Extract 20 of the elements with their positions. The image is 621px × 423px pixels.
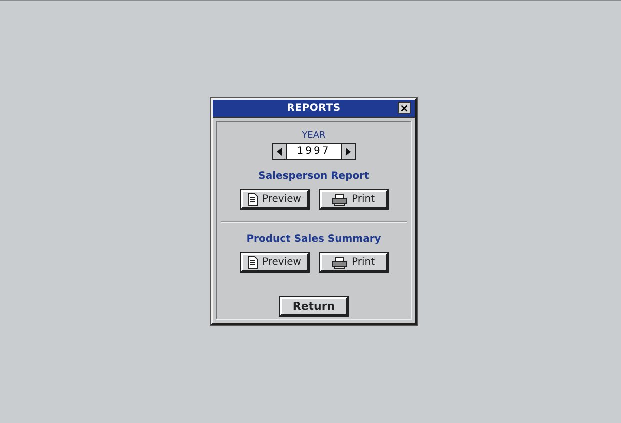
section-title: Product Sales Summary: [246, 234, 382, 246]
increment-button[interactable]: [341, 144, 355, 159]
right-triangle-icon: [346, 148, 351, 156]
section-title: Salesperson Report: [258, 171, 370, 183]
preview-button[interactable]: Preview: [240, 253, 308, 272]
window-title: REPORTS: [287, 103, 341, 114]
print-button[interactable]: Print: [320, 253, 388, 272]
year-spinner[interactable]: 1997: [272, 143, 356, 160]
year-label: YEAR: [302, 131, 326, 141]
preview-button[interactable]: Preview: [240, 190, 308, 209]
print-button[interactable]: Print: [320, 190, 388, 209]
left-triangle-icon: [277, 148, 282, 156]
document-icon: [248, 256, 258, 269]
printer-icon: [332, 256, 347, 268]
year-value: 1997: [296, 145, 332, 159]
close-button[interactable]: ×: [398, 102, 411, 114]
printer-icon: [332, 194, 347, 206]
document-icon: [248, 193, 258, 206]
decrement-button[interactable]: [273, 144, 287, 159]
return-button[interactable]: Return: [280, 297, 348, 316]
